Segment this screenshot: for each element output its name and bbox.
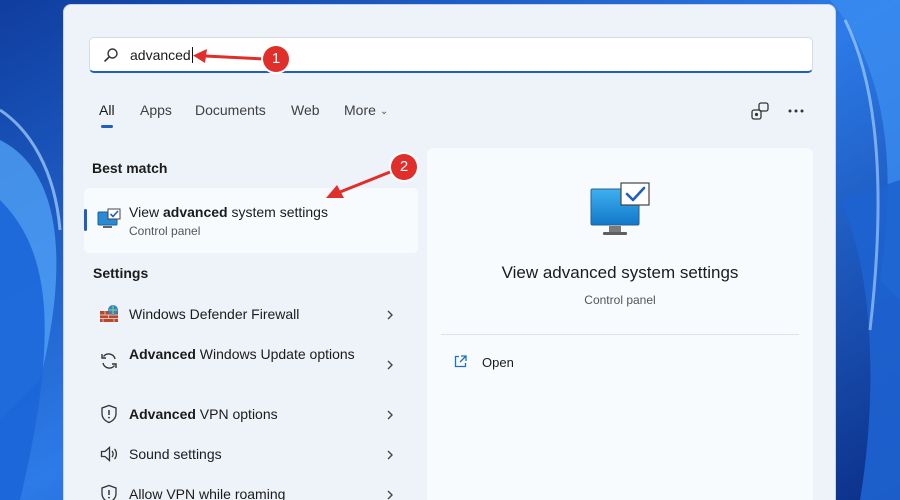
setting-item-vpn-options[interactable]: Advanced VPN options xyxy=(84,398,418,430)
settings-header: Settings xyxy=(93,265,149,281)
speaker-icon xyxy=(100,446,118,462)
setting-label: Allow VPN while roaming xyxy=(129,486,286,500)
setting-item-firewall[interactable]: Windows Defender Firewall xyxy=(84,298,418,330)
chevron-right-icon xyxy=(387,310,393,320)
preview-title: View advanced system settings xyxy=(501,263,739,282)
system-settings-icon xyxy=(97,208,121,228)
sync-icon xyxy=(101,353,117,369)
search-icon xyxy=(104,48,118,62)
setting-label: Windows Defender Firewall xyxy=(129,306,300,322)
chevron-down-icon: ⌄ xyxy=(379,106,389,117)
preview-subtitle: Control panel xyxy=(584,293,656,307)
shield-icon xyxy=(101,484,117,500)
result-preview-pane: View advanced system settings Control pa… xyxy=(427,148,813,500)
more-options-icon[interactable] xyxy=(786,101,806,121)
active-tab-indicator xyxy=(101,125,113,128)
title-suffix: system settings xyxy=(227,204,328,220)
best-match-result[interactable]: View advanced system settings Control pa… xyxy=(84,188,418,253)
search-input[interactable]: advanced xyxy=(89,37,813,73)
tab-documents[interactable]: Documents xyxy=(195,102,266,118)
setting-label: Advanced Windows Update options xyxy=(129,346,355,362)
open-external-icon xyxy=(454,355,467,368)
setting-label: Sound settings xyxy=(129,446,222,462)
chevron-right-icon xyxy=(387,360,393,370)
setting-item-vpn-roaming[interactable]: Allow VPN while roaming xyxy=(84,478,418,500)
title-prefix: View xyxy=(129,204,163,220)
shield-icon xyxy=(101,404,117,424)
system-settings-icon xyxy=(590,182,650,235)
tab-web[interactable]: Web xyxy=(291,102,320,118)
divider xyxy=(441,334,799,335)
text-caret xyxy=(191,47,193,63)
organization-icon[interactable] xyxy=(750,101,770,121)
tab-more[interactable]: More ⌄ xyxy=(344,102,388,118)
search-query-text: advanced xyxy=(130,47,193,63)
chevron-right-icon xyxy=(387,450,393,460)
tab-all[interactable]: All xyxy=(99,102,115,128)
start-search-panel: advanced All Apps Documents Web More ⌄ Be… xyxy=(63,4,836,500)
setting-label: Advanced VPN options xyxy=(129,406,278,422)
annotation-badge-1: 1 xyxy=(263,46,289,72)
chevron-right-icon xyxy=(387,490,393,500)
title-highlight: advanced xyxy=(162,204,228,220)
chevron-right-icon xyxy=(387,410,393,420)
open-label: Open xyxy=(482,355,514,370)
tab-apps[interactable]: Apps xyxy=(140,102,172,118)
best-match-header: Best match xyxy=(92,160,168,176)
setting-item-windows-update[interactable]: Advanced Windows Update options xyxy=(84,343,418,387)
best-match-subtitle: Control panel xyxy=(129,224,201,238)
selection-indicator xyxy=(84,209,87,231)
annotation-badge-2: 2 xyxy=(391,154,417,180)
firewall-icon xyxy=(100,305,118,322)
best-match-title: View advanced system settings xyxy=(129,204,328,220)
setting-item-sound[interactable]: Sound settings xyxy=(84,438,418,470)
